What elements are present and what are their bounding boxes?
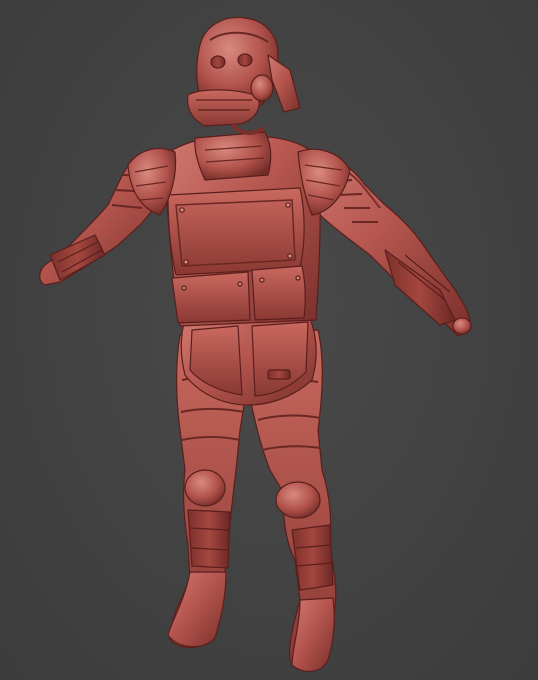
helmet [187,16,301,135]
render-viewport [0,0,538,680]
armored-figure-sculpt [39,16,472,673]
figure-group [39,16,472,673]
torso-armor [127,131,351,327]
